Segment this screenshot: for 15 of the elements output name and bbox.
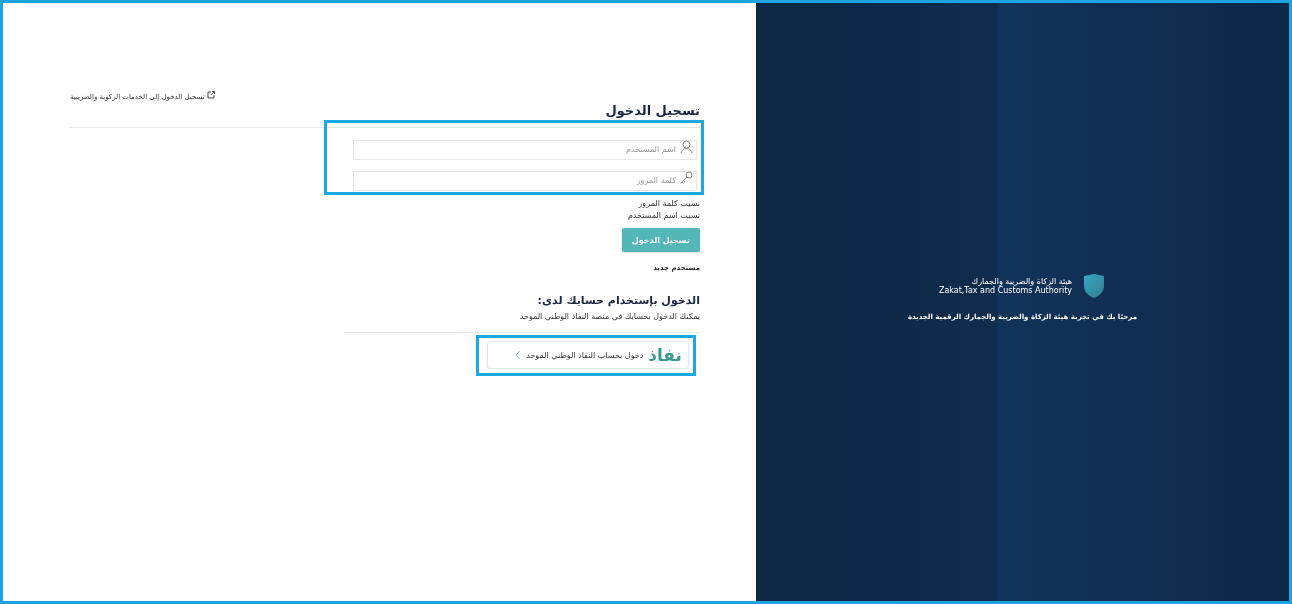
user-icon <box>680 140 693 154</box>
key-icon <box>679 171 693 185</box>
description-text: يمكنك الدخول بحسابك في منصة النفاذ الوطني الموحد <box>519 312 700 321</box>
organization-name-english: Zakat,Tax and Customs Authority <box>938 286 1073 295</box>
shield-logo <box>1082 273 1107 299</box>
text-link[interactable]: نسيت كلمة المرور <box>638 199 700 208</box>
text-link[interactable]: نسيت اسم المستخدم <box>627 211 700 220</box>
nafath-login-button[interactable]: نفاذ دخول بحساب النفاذ الوطني الموحد <box>487 341 689 369</box>
section-title: الدخول بإستخدام حسابك لدى: <box>537 294 700 307</box>
input-field[interactable]: اسم المستخدم <box>353 139 697 160</box>
chevron-icon <box>515 350 522 360</box>
input-field[interactable]: كلمة المرور <box>353 170 697 191</box>
organization-name: هيئة الزكاة والضريبة والجمارك <box>971 277 1073 286</box>
external-link-icon <box>206 91 215 99</box>
page-title: تسجيل الدخول <box>605 103 700 118</box>
